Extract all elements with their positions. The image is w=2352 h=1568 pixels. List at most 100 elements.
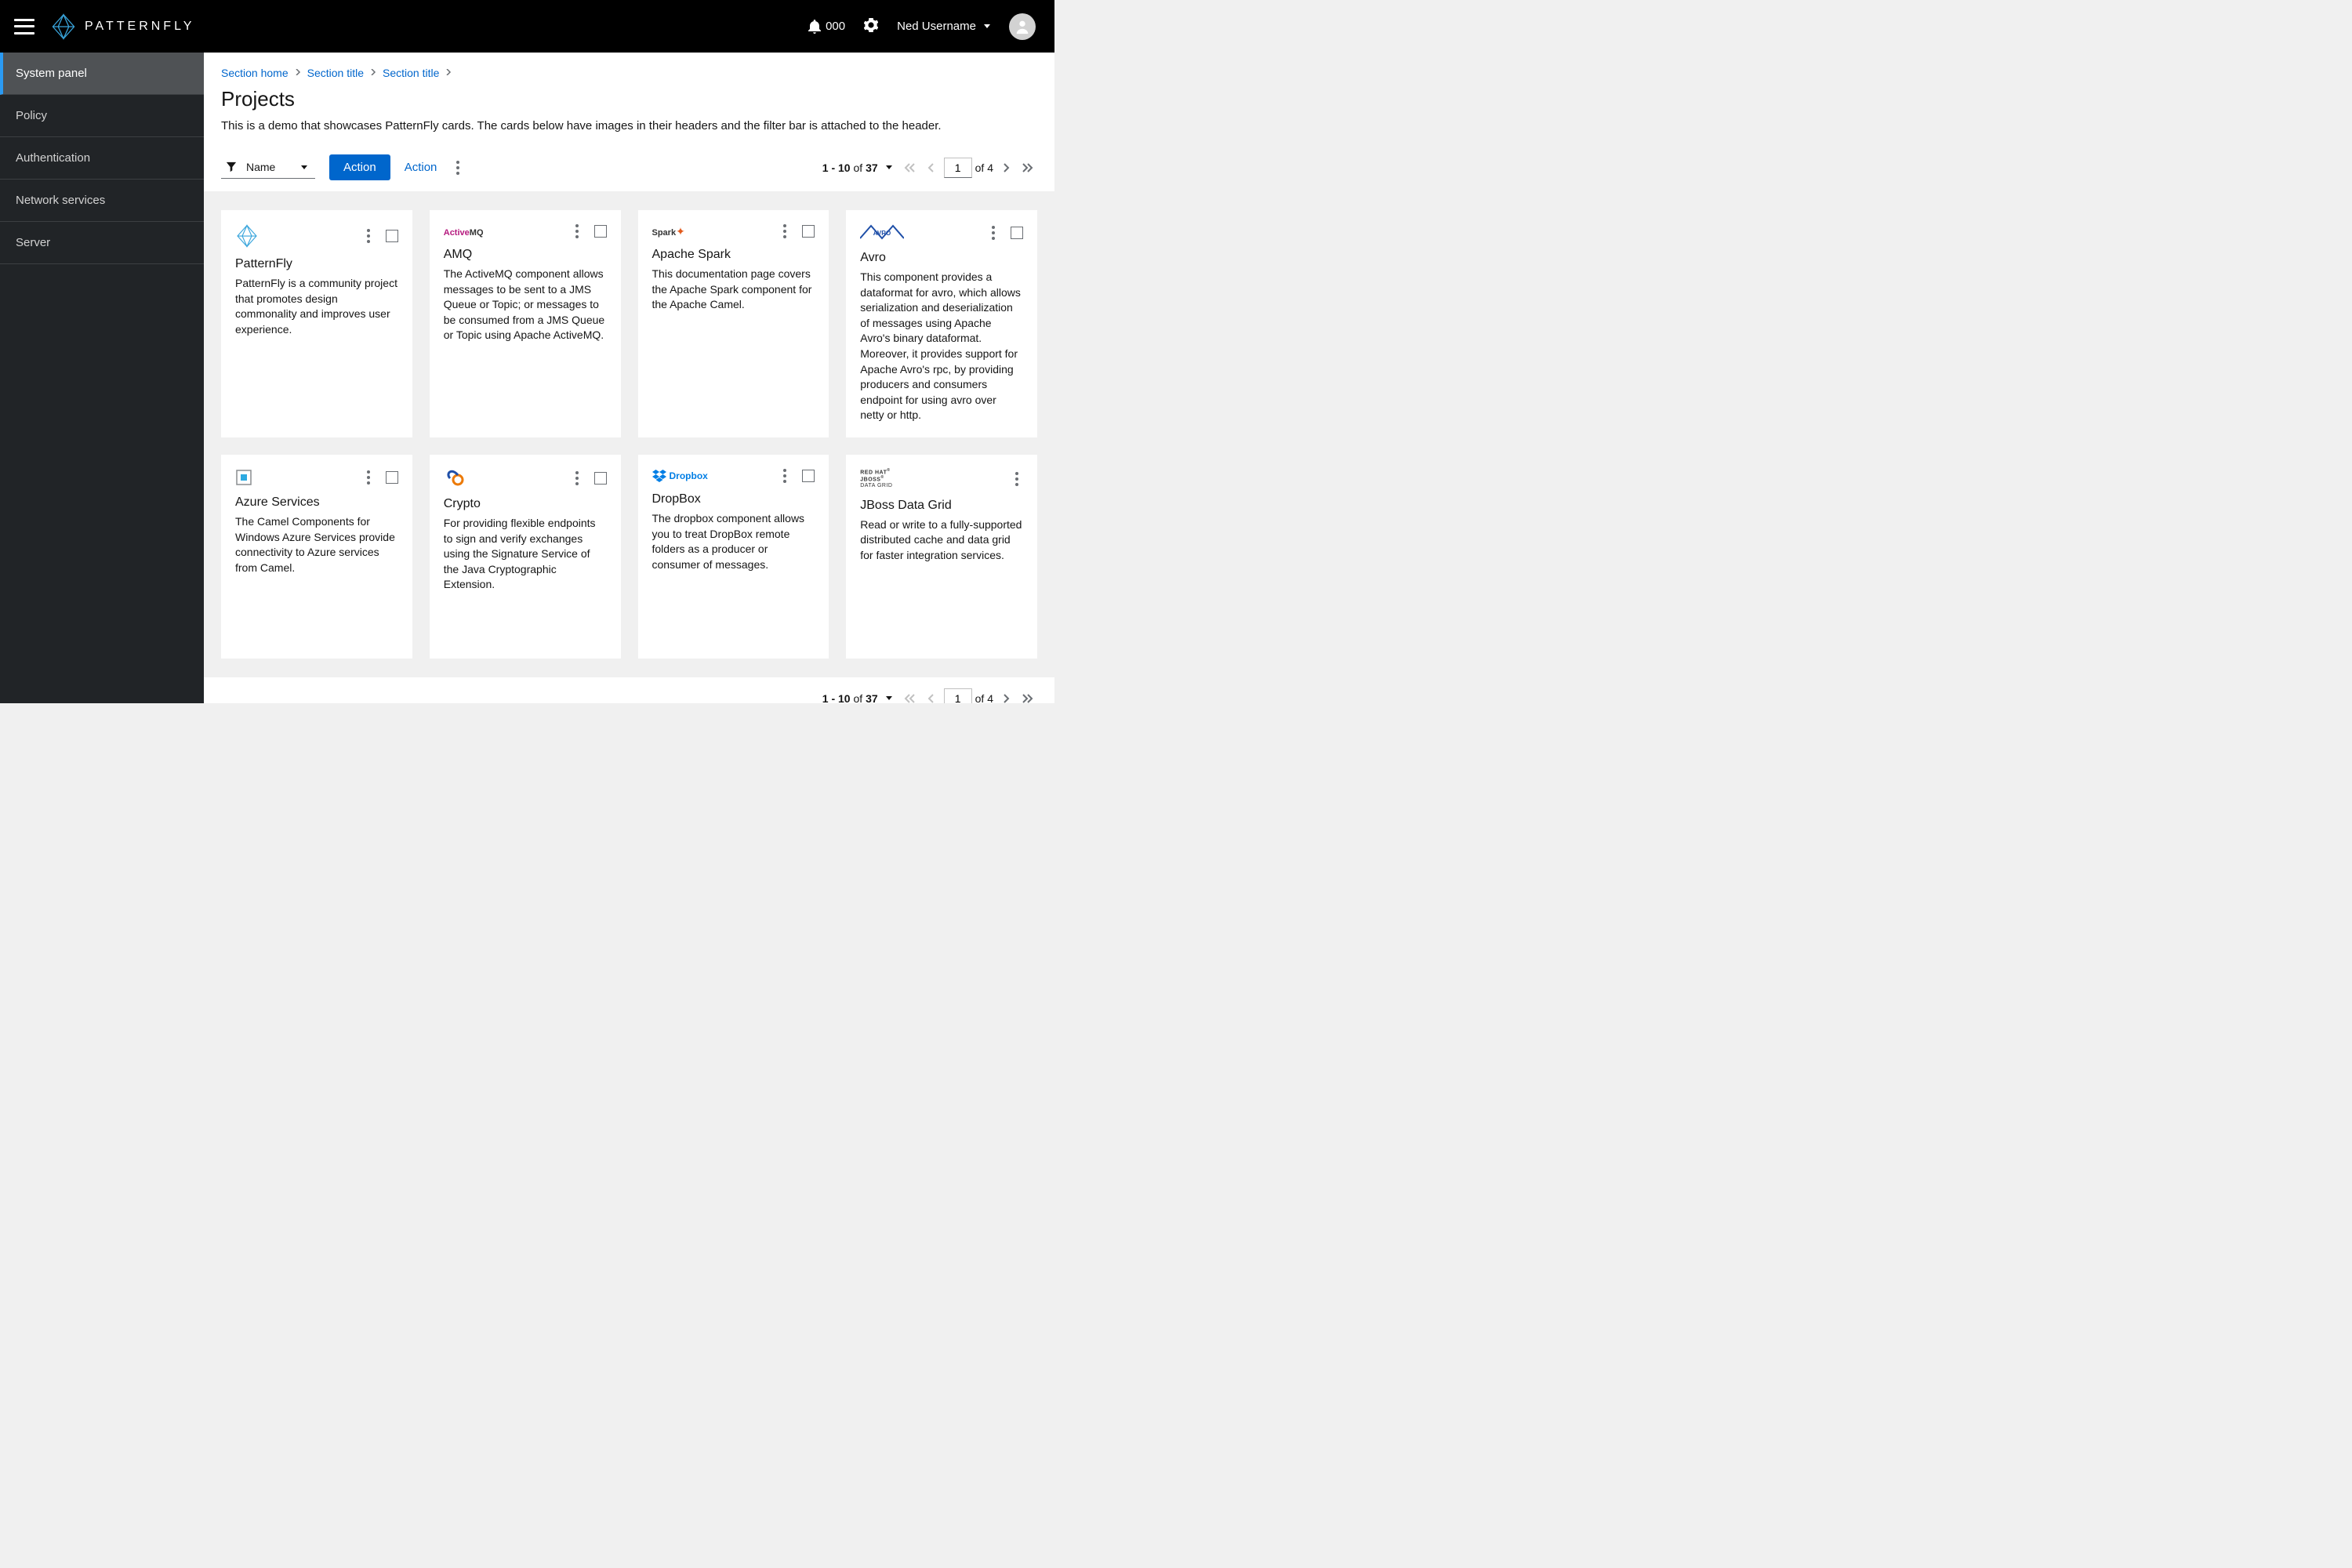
- pagination-total: 37: [866, 162, 878, 174]
- card-title: AMQ: [444, 248, 607, 262]
- toolbar-kebab-menu[interactable]: [451, 161, 465, 175]
- card-kebab-menu[interactable]: [571, 224, 583, 238]
- angle-left-icon: [927, 694, 935, 703]
- card-select-checkbox[interactable]: [386, 230, 398, 242]
- sidebar-nav: System panelPolicyAuthenticationNetwork …: [0, 53, 204, 703]
- filter-select[interactable]: Name: [221, 156, 315, 179]
- notification-count: 000: [826, 20, 845, 33]
- angle-right-icon: [1003, 163, 1010, 172]
- breadcrumb-link[interactable]: Section title: [383, 67, 439, 79]
- angle-double-left-icon: [904, 694, 915, 703]
- card-title: JBoss Data Grid: [860, 499, 1023, 513]
- project-card[interactable]: PatternFlyPatternFly is a community proj…: [221, 210, 412, 437]
- cards-grid: PatternFlyPatternFly is a community proj…: [221, 210, 1037, 659]
- breadcrumb: Section home Section title Section title: [221, 67, 1037, 79]
- user-avatar[interactable]: [1009, 13, 1036, 40]
- action-primary-button[interactable]: Action: [329, 154, 390, 180]
- sidebar-item-authentication[interactable]: Authentication: [0, 137, 204, 180]
- page-header: Section home Section title Section title P…: [204, 53, 1054, 143]
- card-select-checkbox[interactable]: [386, 471, 398, 484]
- card-description: This documentation page covers the Apach…: [652, 267, 815, 313]
- chevron-right-icon: [370, 68, 376, 78]
- card-kebab-menu[interactable]: [779, 469, 791, 483]
- cards-area: PatternFlyPatternFly is a community proj…: [204, 191, 1054, 677]
- project-card[interactable]: RED HAT® JBOSS®DATA GRID JBoss Data Grid R…: [846, 455, 1037, 659]
- card-logo: Spark✦: [652, 225, 685, 238]
- card-select-checkbox[interactable]: [594, 225, 607, 238]
- sidebar-item-policy[interactable]: Policy: [0, 95, 204, 137]
- angle-left-icon: [927, 163, 935, 172]
- project-card[interactable]: ActiveMQ AMQ The ActiveMQ component allows…: [430, 210, 621, 437]
- pagination-perpage-toggle[interactable]: [886, 165, 892, 169]
- brand-logo[interactable]: PATTERNFLY: [50, 13, 194, 40]
- pagination-prev-button[interactable]: [922, 689, 941, 703]
- pagination-top: 1 - 10 of 37 of 4: [822, 158, 1037, 178]
- pagination-last-button[interactable]: [1018, 689, 1037, 703]
- pagination-perpage-toggle[interactable]: [886, 696, 892, 700]
- pagination-range: 1 - 10: [822, 162, 851, 174]
- page-title: Projects: [221, 87, 1037, 111]
- project-card[interactable]: AVROAvroThis component provides a datafo…: [846, 210, 1037, 437]
- card-kebab-menu[interactable]: [779, 224, 791, 238]
- card-description: Read or write to a fully-supported distr…: [860, 517, 1023, 564]
- card-kebab-menu[interactable]: [362, 470, 375, 485]
- project-card[interactable]: Spark✦Apache SparkThis documentation pag…: [638, 210, 829, 437]
- project-card[interactable]: CryptoFor providing flexible endpoints t…: [430, 455, 621, 659]
- card-logo: ActiveMQ: [444, 225, 484, 238]
- toolbar: Name Action Action 1 - 10 of 37: [204, 143, 1054, 191]
- pagination-page-of: of 4: [975, 162, 993, 174]
- pagination-bottom: 1 - 10 of 37 of 4: [822, 688, 1037, 703]
- pagination-bottom-bar: 1 - 10 of 37 of 4: [204, 677, 1054, 703]
- avatar-icon: [1014, 18, 1031, 35]
- user-menu[interactable]: Ned Username: [897, 20, 990, 33]
- project-card[interactable]: Azure Services The Camel Components for W…: [221, 455, 412, 659]
- card-select-checkbox[interactable]: [594, 472, 607, 485]
- page-description: This is a demo that showcases PatternFly…: [221, 119, 1037, 132]
- bell-icon: [808, 20, 821, 34]
- sidebar-item-system-panel[interactable]: System panel: [0, 53, 204, 95]
- card-select-checkbox[interactable]: [802, 225, 815, 238]
- action-secondary-button[interactable]: Action: [405, 161, 437, 174]
- gear-icon: [864, 18, 878, 32]
- pagination-first-button[interactable]: [900, 689, 919, 703]
- card-title: Azure Services: [235, 495, 398, 510]
- card-kebab-menu[interactable]: [987, 226, 1000, 240]
- sidebar-item-network-services[interactable]: Network services: [0, 180, 204, 222]
- card-title: DropBox: [652, 492, 815, 506]
- app-header: PATTERNFLY 000 Ned Username: [0, 0, 1054, 53]
- sidebar-item-server[interactable]: Server: [0, 222, 204, 264]
- settings-button[interactable]: [864, 18, 878, 34]
- breadcrumb-link[interactable]: Section home: [221, 67, 289, 79]
- card-logo: RED HAT® JBOSS®DATA GRID: [860, 469, 907, 489]
- pagination-next-button[interactable]: [996, 158, 1015, 177]
- nav-toggle-button[interactable]: [14, 19, 34, 34]
- angle-double-left-icon: [904, 163, 915, 172]
- notifications-button[interactable]: 000: [808, 20, 845, 34]
- card-kebab-menu[interactable]: [1011, 472, 1023, 486]
- filter-icon: [226, 162, 237, 172]
- pagination-next-button[interactable]: [996, 689, 1015, 703]
- filter-label: Name: [246, 161, 275, 173]
- card-description: The ActiveMQ component allows messages t…: [444, 267, 607, 343]
- pagination-page-input[interactable]: [944, 158, 972, 178]
- pagination-prev-button[interactable]: [922, 158, 941, 177]
- chevron-right-icon: [295, 68, 301, 78]
- card-description: For providing flexible endpoints to sign…: [444, 516, 607, 593]
- pagination-page-input[interactable]: [944, 688, 972, 703]
- breadcrumb-link[interactable]: Section title: [307, 67, 364, 79]
- caret-down-icon: [301, 165, 307, 169]
- project-card[interactable]: DropboxDropBoxThe dropbox component allo…: [638, 455, 829, 659]
- main-content: Section home Section title Section title P…: [204, 53, 1054, 703]
- svg-text:AVRO: AVRO: [873, 230, 891, 237]
- card-select-checkbox[interactable]: [1011, 227, 1023, 239]
- caret-down-icon: [984, 24, 990, 28]
- card-kebab-menu[interactable]: [571, 471, 583, 485]
- brand-name: PATTERNFLY: [85, 20, 194, 34]
- card-description: The Camel Components for Windows Azure S…: [235, 514, 398, 575]
- card-select-checkbox[interactable]: [802, 470, 815, 482]
- pagination-last-button[interactable]: [1018, 158, 1037, 177]
- pagination-first-button[interactable]: [900, 158, 919, 177]
- patternfly-logo-icon: [50, 13, 77, 40]
- card-kebab-menu[interactable]: [362, 229, 375, 243]
- card-logo: [235, 469, 252, 486]
